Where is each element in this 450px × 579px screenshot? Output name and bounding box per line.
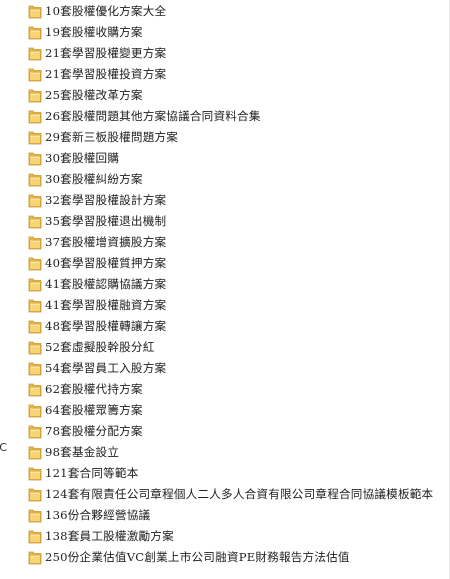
folder-item[interactable]: 40套學習股權質押方案 bbox=[28, 252, 433, 273]
folder-icon bbox=[28, 255, 42, 271]
folder-item[interactable]: 52套虛擬股幹股分紅 bbox=[28, 336, 433, 357]
folder-name: 121套合同等範本 bbox=[45, 465, 139, 480]
folder-item[interactable]: 21套學習股權變更方案 bbox=[28, 42, 433, 63]
folder-icon bbox=[28, 108, 42, 124]
folder-icon bbox=[28, 87, 42, 103]
folder-name: 136份合夥經營協議 bbox=[45, 507, 151, 522]
folder-icon bbox=[28, 24, 42, 40]
folder-icon bbox=[28, 276, 42, 292]
folder-icon bbox=[28, 465, 42, 481]
folder-icon bbox=[28, 360, 42, 376]
folder-item[interactable]: 138套員工股權激勵方案 bbox=[28, 525, 433, 546]
folder-icon bbox=[28, 129, 42, 145]
folder-item[interactable]: 32套學習股權設計方案 bbox=[28, 189, 433, 210]
folder-name: 35套學習股權退出機制 bbox=[45, 213, 167, 228]
folder-name: 40套學習股權質押方案 bbox=[45, 255, 167, 270]
folder-item[interactable]: 64套股權眾籌方案 bbox=[28, 399, 433, 420]
folder-item[interactable]: 30套股權糾紛方案 bbox=[28, 168, 433, 189]
folder-icon bbox=[28, 3, 42, 19]
folder-item[interactable]: 78套股權分配方案 bbox=[28, 420, 433, 441]
folder-item[interactable]: 10套股權優化方案大全 bbox=[28, 0, 433, 21]
folder-item[interactable]: 54套學習員工入股方案 bbox=[28, 357, 433, 378]
folder-icon bbox=[28, 192, 42, 208]
folder-item[interactable]: 41套股權認購協議方案 bbox=[28, 273, 433, 294]
folder-name: 29套新三板股權問題方案 bbox=[45, 129, 179, 144]
folder-icon bbox=[28, 45, 42, 61]
folder-name: 21套學習股權變更方案 bbox=[45, 45, 167, 60]
folder-name: 25套股權改革方案 bbox=[45, 87, 143, 102]
folder-name: 41套股權認購協議方案 bbox=[45, 276, 167, 291]
folder-name: 10套股權優化方案大全 bbox=[45, 3, 167, 18]
folder-name: 250份企業估值VC創業上市公司融資PE財務報告方法估值 bbox=[45, 549, 350, 564]
folder-item[interactable]: 30套股權回購 bbox=[28, 147, 433, 168]
folder-item[interactable]: 48套學習股權轉讓方案 bbox=[28, 315, 433, 336]
folder-icon bbox=[28, 381, 42, 397]
folder-name: 54套學習員工入股方案 bbox=[45, 360, 167, 375]
folder-item[interactable]: 121套合同等範本 bbox=[28, 462, 433, 483]
folder-icon bbox=[28, 297, 42, 313]
folder-item[interactable]: 26套股權問題其他方案協議合同資料合集 bbox=[28, 105, 433, 126]
folder-item[interactable]: 37套股權增資擴股方案 bbox=[28, 231, 433, 252]
folder-item[interactable]: 250份企業估值VC創業上市公司融資PE財務報告方法估值 bbox=[28, 546, 433, 567]
folder-name: 30套股權糾紛方案 bbox=[45, 171, 143, 186]
folder-name: 138套員工股權激勵方案 bbox=[45, 528, 174, 543]
folder-item[interactable]: 35套學習股權退出機制 bbox=[28, 210, 433, 231]
folder-item[interactable]: 41套學習股權融資方案 bbox=[28, 294, 433, 315]
folder-icon bbox=[28, 66, 42, 82]
folder-name: 52套虛擬股幹股分紅 bbox=[45, 339, 155, 354]
folder-icon bbox=[28, 486, 42, 502]
folder-item[interactable]: 19套股權收購方案 bbox=[28, 21, 433, 42]
folder-list: 10套股權優化方案大全 19套股權收購方案 21套學習股權變更方案 21套學習股權投資… bbox=[28, 0, 433, 567]
folder-icon bbox=[28, 507, 42, 523]
folder-icon bbox=[28, 549, 42, 565]
folder-name: 48套學習股權轉讓方案 bbox=[45, 318, 167, 333]
folder-item[interactable]: 29套新三板股權問題方案 bbox=[28, 126, 433, 147]
folder-icon bbox=[28, 150, 42, 166]
folder-name: 62套股權代持方案 bbox=[45, 381, 143, 396]
file-explorer-pane: IC 10套股權優化方案大全 19套股權收購方案 21套學習股權變更方案 21套學習股… bbox=[0, 0, 450, 579]
folder-icon bbox=[28, 444, 42, 460]
folder-name: 124套有限責任公司章程個人二人多人合資有限公司章程合同協議模板範本 bbox=[45, 486, 434, 501]
folder-item[interactable]: 62套股權代持方案 bbox=[28, 378, 433, 399]
folder-item[interactable]: 98套基金設立 bbox=[28, 441, 433, 462]
folder-name: 64套股權眾籌方案 bbox=[45, 402, 143, 417]
folder-name: 37套股權增資擴股方案 bbox=[45, 234, 167, 249]
folder-name: 41套學習股權融資方案 bbox=[45, 297, 167, 312]
folder-item[interactable]: 25套股權改革方案 bbox=[28, 84, 433, 105]
left-edge-label: IC bbox=[0, 441, 7, 454]
folder-name: 32套學習股權設計方案 bbox=[45, 192, 167, 207]
folder-icon bbox=[28, 234, 42, 250]
folder-name: 98套基金設立 bbox=[45, 444, 120, 459]
folder-icon bbox=[28, 423, 42, 439]
folder-icon bbox=[28, 528, 42, 544]
folder-icon bbox=[28, 318, 42, 334]
folder-name: 30套股權回購 bbox=[45, 150, 120, 165]
folder-item[interactable]: 136份合夥經營協議 bbox=[28, 504, 433, 525]
folder-name: 21套學習股權投資方案 bbox=[45, 66, 167, 81]
folder-name: 19套股權收購方案 bbox=[45, 24, 143, 39]
folder-name: 26套股權問題其他方案協議合同資料合集 bbox=[45, 108, 261, 123]
folder-icon bbox=[28, 339, 42, 355]
folder-icon bbox=[28, 171, 42, 187]
folder-name: 78套股權分配方案 bbox=[45, 423, 143, 438]
folder-item[interactable]: 21套學習股權投資方案 bbox=[28, 63, 433, 84]
folder-icon bbox=[28, 402, 42, 418]
folder-icon bbox=[28, 213, 42, 229]
folder-item[interactable]: 124套有限責任公司章程個人二人多人合資有限公司章程合同協議模板範本 bbox=[28, 483, 433, 504]
